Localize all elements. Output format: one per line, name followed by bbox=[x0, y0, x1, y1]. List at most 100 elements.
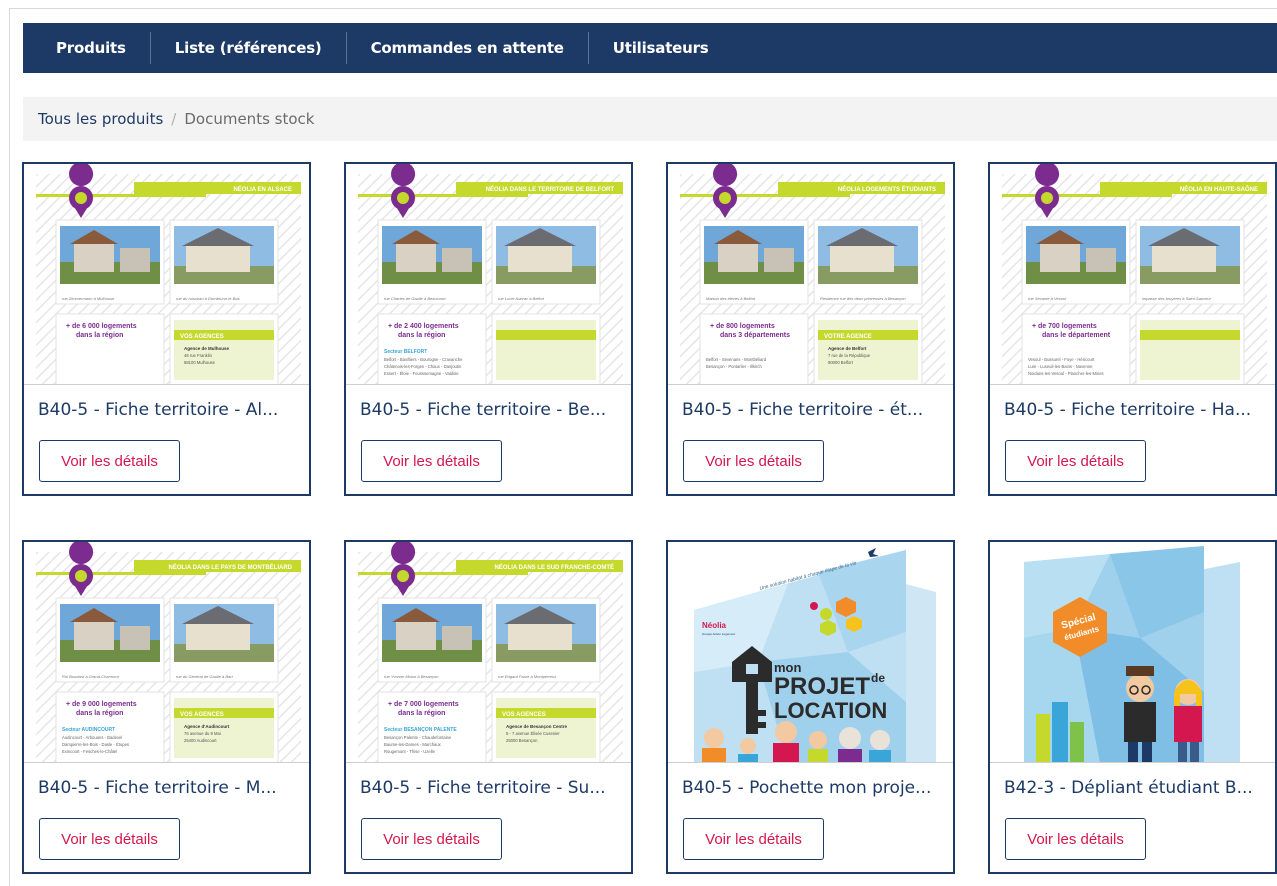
thumbnail-agency-header: VOS AGENCES bbox=[180, 334, 224, 340]
thumbnail-agency-line1: Agence de Belfort bbox=[828, 346, 867, 351]
thumbnail-agency-line2: 7 rue de la République bbox=[828, 353, 871, 358]
thumbnail-stat-line2: dans 3 départements bbox=[720, 332, 790, 339]
product-thumbnail-frame[interactable]: Une solution habitat à chaque étape de l… bbox=[668, 542, 953, 763]
product-card[interactable]: Spécial étudiants B42-3 - Dépliant étudi… bbox=[988, 540, 1277, 874]
view-details-button[interactable]: Voir les détails bbox=[361, 440, 502, 482]
product-title: B40-5 - Fiche territoire - Ha... bbox=[1004, 400, 1252, 420]
thumbnail-caption-right: rue Lucie Aubrac à Belfort bbox=[498, 296, 545, 301]
thumbnail-sector-line3: Rougemont - Thise - Uzelle bbox=[384, 749, 436, 754]
thumbnail-banner: NÉOLIA EN HAUTE-SAÔNE bbox=[1180, 185, 1258, 193]
thumbnail-banner: NÉOLIA DANS LE PAYS DE MONTBÉLIARD bbox=[169, 563, 293, 571]
thumbnail-sector-line3: Exincourt - Fesches-le-Châtel bbox=[62, 749, 117, 754]
nav-commandes-en-attente[interactable]: Commandes en attente bbox=[347, 32, 589, 64]
view-details-button[interactable]: Voir les détails bbox=[1005, 440, 1146, 482]
thumbnail-sector-line1: Vesoul - Bussurel - Foye - Héricourt bbox=[1028, 357, 1095, 362]
product-title: B42-3 - Dépliant étudiant B... bbox=[1004, 778, 1253, 798]
thumbnail-sector-line1: Belfort - Bavilliers - Bourogne - Cravan… bbox=[384, 357, 463, 362]
nav-utilisateurs[interactable]: Utilisateurs bbox=[589, 32, 733, 64]
thumbnail-banner: NÉOLIA DANS LE TERRITOIRE DE BELFORT bbox=[486, 185, 615, 193]
thumbnail-stat-line1: + de 6 000 logements bbox=[66, 323, 137, 330]
product-thumbnail: NÉOLIA EN HAUTE-SAÔNE rue Sécante à Veso… bbox=[990, 164, 1275, 384]
thumbnail-caption-left: rue Sécante à Vesoul bbox=[1028, 296, 1066, 301]
frame-top-border bbox=[9, 8, 1277, 9]
thumbnail-stat-line2: dans le département bbox=[1042, 332, 1111, 339]
thumbnail-sector-title: Secteur BELFORT bbox=[384, 349, 427, 355]
thumbnail-sector-line2: Baume-les-Dames - Marchaux bbox=[384, 742, 442, 747]
thumbnail-stat-line1: + de 800 logements bbox=[710, 323, 775, 330]
product-thumbnail-frame[interactable]: Spécial étudiants bbox=[990, 542, 1275, 763]
view-details-button[interactable]: Voir les détails bbox=[39, 818, 180, 860]
thumbnail-caption-right: rue du ruisseau à Dornbrunn-le-Bas bbox=[176, 296, 240, 301]
thumbnail-stat-line1: + de 700 logements bbox=[1032, 323, 1097, 330]
product-card[interactable]: NÉOLIA DANS LE PAYS DE MONTBÉLIARD Rol B… bbox=[22, 540, 311, 874]
thumbnail-agency-header: VOS AGENCES bbox=[502, 712, 546, 718]
product-card[interactable]: NÉOLIA DANS LE SUD FRANCHE-COMTÉ rue Yvo… bbox=[344, 540, 633, 874]
product-card[interactable]: NÉOLIA DANS LE TERRITOIRE DE BELFORT rue… bbox=[344, 162, 633, 496]
thumbnail-caption-left: rue Charles de Gaulle à Beaucourt bbox=[384, 296, 446, 301]
thumbnail-caption-right: rue Edgard Faure à Montperreux bbox=[498, 674, 557, 679]
thumbnail-caption-right: rue du Général de Gaulle à Bart bbox=[176, 674, 234, 679]
thumbnail-sector-line1: Audincourt - Arbouans - Badevel bbox=[62, 735, 122, 740]
thumbnail-agency-line3: 90000 Belfort bbox=[828, 360, 854, 365]
product-thumbnail: NÉOLIA DANS LE SUD FRANCHE-COMTÉ rue Yvo… bbox=[346, 542, 631, 762]
breadcrumb-root-link[interactable]: Tous les produits bbox=[38, 110, 163, 128]
thumbnail-sector-line2: Châtenois-les-Forges - Chaux - Danjoutin bbox=[384, 364, 462, 369]
thumbnail-stat-line1: + de 7 000 logements bbox=[388, 701, 459, 708]
thumbnail-caption-left: Maison des élèves à Belfort bbox=[706, 296, 756, 301]
thumbnail-banner: NÉOLIA EN ALSACE bbox=[233, 185, 292, 193]
product-card[interactable]: NÉOLIA LOGEMENTS ÉTUDIANTS Maison des él… bbox=[666, 162, 955, 496]
view-details-button[interactable]: Voir les détails bbox=[361, 818, 502, 860]
breadcrumb-current: Documents stock bbox=[184, 110, 315, 128]
view-details-button[interactable]: Voir les détails bbox=[1005, 818, 1146, 860]
thumbnail-agency-line1: Agence d'Audincourt bbox=[184, 724, 230, 729]
thumbnail-stat-line1: + de 9 000 logements bbox=[66, 701, 137, 708]
product-title: B40-5 - Fiche territoire - Su... bbox=[360, 778, 606, 798]
product-thumbnail-frame[interactable]: NÉOLIA LOGEMENTS ÉTUDIANTS Maison des él… bbox=[668, 164, 953, 385]
thumbnail-caption-left: rue Yvonne Moion à Besançon bbox=[384, 674, 439, 679]
thumbnail-agency-header: VOS AGENCES bbox=[180, 712, 224, 718]
view-details-button[interactable]: Voir les détails bbox=[683, 818, 824, 860]
thumbnail-agency-line1: Agence de Besançon Centre bbox=[506, 724, 568, 729]
product-title: B40-5 - Fiche territoire - M... bbox=[38, 778, 277, 798]
product-thumbnail: Une solution habitat à chaque étape de l… bbox=[668, 542, 953, 762]
product-thumbnail-frame[interactable]: NÉOLIA DANS LE SUD FRANCHE-COMTÉ rue Yvo… bbox=[346, 542, 631, 763]
product-thumbnail: Spécial étudiants bbox=[990, 542, 1275, 762]
breadcrumb-separator: / bbox=[171, 110, 177, 128]
product-card[interactable]: NÉOLIA EN ALSACE rue Zimmermann à Mulhou… bbox=[22, 162, 311, 496]
thumbnail-agency-line1: Agence de Mulhouse bbox=[184, 346, 230, 351]
product-title: B40-5 - Fiche territoire - ét... bbox=[682, 400, 924, 420]
thumbnail-sector-line1: Besançon Palente - Chaudefontaine bbox=[384, 735, 452, 740]
thumbnail-sector-title: Secteur AUDINCOURT bbox=[62, 727, 115, 733]
product-thumbnail-frame[interactable]: NÉOLIA DANS LE PAYS DE MONTBÉLIARD Rol B… bbox=[24, 542, 309, 763]
nav-produits[interactable]: Produits bbox=[23, 32, 151, 64]
thumbnail-stat-line2: dans la région bbox=[76, 710, 123, 717]
pochette-brand-logo: Néolia bbox=[702, 621, 727, 630]
thumbnail-sector-line2: Dampierre-les-Bois - Dasle - Étupes bbox=[62, 742, 129, 747]
thumbnail-sector-line2: Besançon - Pontarlier - Illkirch bbox=[706, 364, 763, 369]
product-thumbnail: NÉOLIA DANS LE PAYS DE MONTBÉLIARD Rol B… bbox=[24, 542, 309, 762]
thumbnail-agency-line2: 48 rue Franklin bbox=[184, 353, 213, 358]
product-thumbnail: NÉOLIA LOGEMENTS ÉTUDIANTS Maison des él… bbox=[668, 164, 953, 384]
thumbnail-sector-title: Secteur BESANÇON PALENTE bbox=[384, 727, 457, 733]
thumbnail-sector-line1: Belfort - Sévenans - Montbéliard bbox=[706, 357, 767, 362]
view-details-button[interactable]: Voir les détails bbox=[39, 440, 180, 482]
thumbnail-caption-left: rue Zimmermann à Mulhouse bbox=[62, 296, 115, 301]
frame-left-border bbox=[9, 8, 10, 886]
thumbnail-sector-line2: Lure - Luxeuil-les-Bains - Navenne bbox=[1028, 364, 1093, 369]
thumbnail-sector-line3: Noidans-les-Vesoul - Plancher-les-Mines bbox=[1028, 371, 1104, 376]
nav-liste-references[interactable]: Liste (références) bbox=[151, 32, 347, 64]
product-thumbnail-frame[interactable]: NÉOLIA EN ALSACE rue Zimmermann à Mulhou… bbox=[24, 164, 309, 385]
product-title: B40-5 - Pochette mon proje... bbox=[682, 778, 932, 798]
thumbnail-banner: NÉOLIA DANS LE SUD FRANCHE-COMTÉ bbox=[495, 563, 614, 571]
thumbnail-agency-line2: 76 avenue du 8 Mai bbox=[184, 731, 221, 736]
product-thumbnail-frame[interactable]: NÉOLIA DANS LE TERRITOIRE DE BELFORT rue… bbox=[346, 164, 631, 385]
product-card[interactable]: NÉOLIA EN HAUTE-SAÔNE rue Sécante à Veso… bbox=[988, 162, 1277, 496]
view-details-button[interactable]: Voir les détails bbox=[683, 440, 824, 482]
thumbnail-banner: NÉOLIA LOGEMENTS ÉTUDIANTS bbox=[838, 185, 936, 193]
main-navbar: Produits Liste (références) Commandes en… bbox=[23, 23, 1277, 73]
product-card[interactable]: Une solution habitat à chaque étape de l… bbox=[666, 540, 955, 874]
thumbnail-sector-line3: Essert - Éloie - Fousssemagne - Valdoie bbox=[384, 371, 459, 376]
pochette-word-location: LOCATION bbox=[774, 698, 887, 723]
pochette-word-projet: PROJET bbox=[774, 673, 870, 700]
product-thumbnail-frame[interactable]: NÉOLIA EN HAUTE-SAÔNE rue Sécante à Veso… bbox=[990, 164, 1275, 385]
